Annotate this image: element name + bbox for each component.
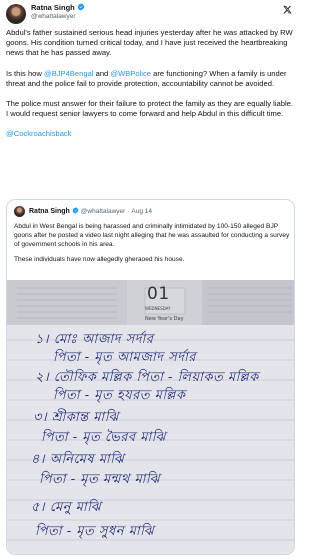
tweet-body: Abdul's father sustained serious head in… [6, 28, 295, 145]
quoted-tweet-header: Ratna Singh @whattalawyer · Aug 14 [14, 206, 284, 218]
quoted-tweet-text: Abdul in West Bengal is being harassed a… [14, 222, 290, 270]
diary-holiday-label: New Year's Day [145, 316, 184, 322]
quoted-tweet-date: Aug 14 [131, 208, 153, 215]
tweet-paragraph-1: Abdul's father sustained serious head in… [6, 28, 293, 58]
handwritten-line: পিতা - মৃত ভৈরব মাঝি [41, 430, 166, 445]
handwritten-line: পিতা - মৃত আমজাদ সর্দার [53, 350, 196, 365]
handwritten-line: পিতা - মৃত হযরত মল্লিক [53, 388, 186, 403]
handwritten-line: ৪। অনিমেষ মাঝি [31, 452, 125, 467]
tweet-header: Ratna Singh @whattalawyer [6, 3, 294, 25]
tweet-card: Ratna Singh @whattalawyer Abdul's father… [0, 0, 300, 559]
mention-link-wbpolice[interactable]: @WBPolice [110, 69, 151, 78]
quoted-author-name[interactable]: Ratna Singh @whattalawyer · Aug 14 [29, 207, 152, 215]
handwritten-line: পিতা - মৃত সুধন মাঝি [35, 524, 155, 539]
tweet-paragraph-2: Is this how @BJP4Bengal and @WBPolice ar… [6, 68, 287, 88]
handwritten-line: পিতা - মৃত মন্মথ মাঝি [39, 472, 160, 487]
x-logo-icon [283, 5, 292, 14]
author-name[interactable]: Ratna Singh [31, 3, 85, 12]
quoted-author-handle: @whattalawyer [80, 208, 126, 215]
tweet-paragraph-3: The police must answer for their failure… [6, 99, 294, 119]
quoted-paragraph-1: Abdul in West Bengal is being harassed a… [14, 223, 290, 248]
quoted-tweet[interactable]: Ratna Singh @whattalawyer · Aug 14 Abdul… [6, 199, 295, 555]
handwritten-note-photo[interactable]: 01 WEDNESDAY New Year's Day ১। মোঃ আজাদ … [7, 280, 294, 554]
mention-link-bjp4bengal[interactable]: @BJP4Bengal [44, 69, 94, 78]
verified-badge-icon [77, 3, 85, 11]
verified-badge-icon [72, 207, 79, 214]
quoted-paragraph-2: These individuals have now allegedly ghe… [14, 256, 185, 263]
mention-link-cockroachisback[interactable]: @Cockroachisback [6, 129, 72, 138]
diary-day-label: WEDNESDAY [145, 306, 171, 311]
diary-date-number: 01 [147, 284, 170, 304]
handwritten-line: ৩। শ্রীকান্ত মাঝি [33, 410, 119, 425]
author-handle[interactable]: @whattalawyer [31, 13, 76, 20]
tweet-paragraph-4: @Cockroachisback [6, 129, 295, 139]
handwritten-line: ৫। মেনু মাঝি [31, 500, 102, 515]
quoted-author-avatar[interactable] [14, 206, 25, 217]
author-avatar[interactable] [6, 4, 26, 24]
